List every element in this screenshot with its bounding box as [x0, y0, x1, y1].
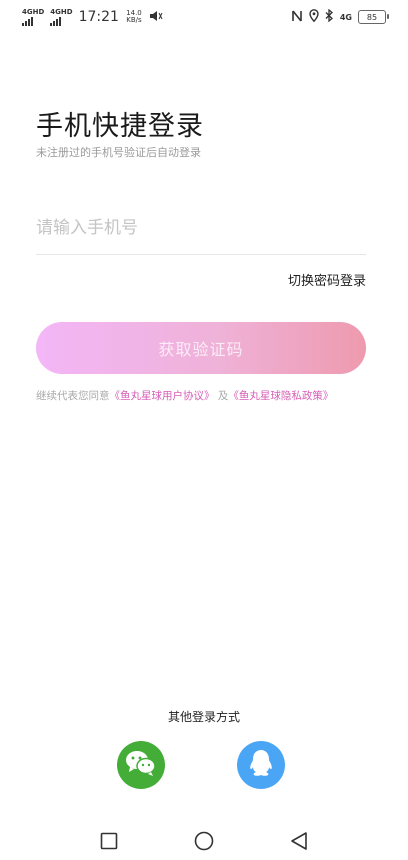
mobile-data-icon: 4G — [339, 12, 352, 22]
home-button[interactable] — [193, 831, 215, 855]
clock: 17:21 — [78, 9, 119, 25]
qq-login-button[interactable] — [237, 741, 285, 789]
qq-icon — [247, 748, 275, 782]
wechat-icon — [125, 749, 157, 781]
input-divider — [36, 254, 366, 255]
other-login-label: 其他登录方式 — [167, 710, 240, 724]
system-nav-bar — [0, 826, 408, 860]
triangle-back-icon — [290, 831, 308, 855]
circle-icon — [194, 831, 214, 855]
back-button[interactable] — [288, 832, 310, 854]
signal-sim1: 4GHD — [22, 7, 45, 26]
status-bar-right: 4G 85 — [291, 8, 389, 25]
agreement-text: 继续代表您同意《鱼丸星球用户协议》 及《鱼丸星球隐私政策》 — [36, 388, 372, 403]
wechat-login-button[interactable] — [117, 741, 165, 789]
page-subtitle: 未注册过的手机号验证后自动登录 — [36, 146, 201, 159]
network-speed: 14.0 KB/s — [125, 10, 143, 24]
page-title: 手机快捷登录 — [36, 111, 204, 142]
network-type-label: 4GHD — [50, 7, 73, 16]
status-bar-left: 4GHD 4GHD 17:21 14.0 KB/s — [22, 7, 163, 26]
nfc-icon — [291, 10, 303, 25]
square-icon — [100, 832, 118, 854]
signal-bars-icon — [22, 16, 44, 26]
location-icon — [309, 9, 319, 25]
agreement-and: 及 — [217, 390, 229, 402]
speed-unit: KB/s — [126, 16, 142, 24]
recent-apps-button[interactable] — [98, 832, 120, 854]
user-agreement-link[interactable]: 《鱼丸星球用户协议》 — [110, 390, 215, 402]
status-bar: 4GHD 4GHD 17:21 14.0 KB/s 4G 85 — [0, 0, 408, 34]
privacy-policy-link[interactable]: 《鱼丸星球隐私政策》 — [228, 390, 333, 402]
battery-icon: 85 — [358, 10, 389, 24]
get-verification-code-button[interactable]: 获取验证码 — [36, 322, 366, 374]
mute-speaker-icon — [149, 10, 163, 25]
network-type-label: 4GHD — [22, 7, 45, 16]
agreement-prefix: 继续代表您同意 — [36, 390, 110, 402]
battery-level: 85 — [366, 12, 378, 22]
signal-bars-icon — [50, 16, 72, 26]
bluetooth-icon — [325, 8, 334, 25]
switch-password-login-link[interactable]: 切换密码登录 — [288, 270, 366, 289]
signal-sim2: 4GHD — [50, 7, 73, 26]
phone-number-input[interactable] — [36, 208, 366, 248]
